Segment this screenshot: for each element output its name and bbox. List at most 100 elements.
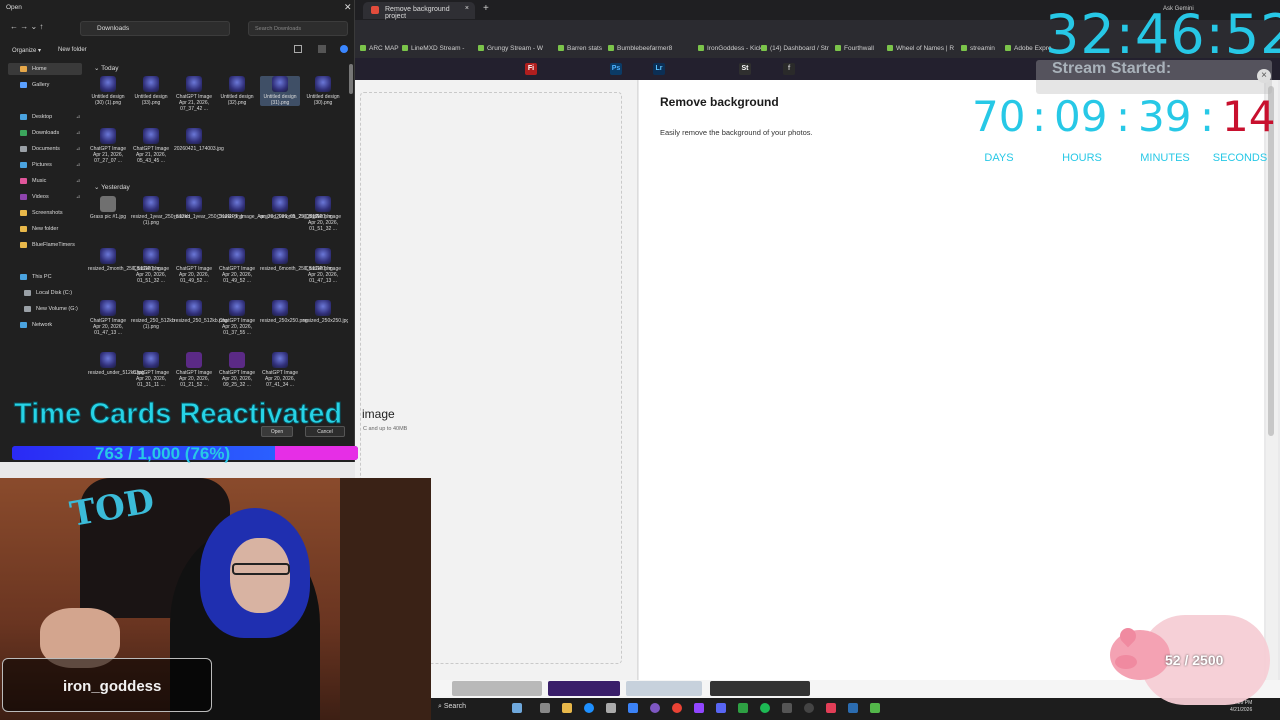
file-item[interactable]: ChatGPT Image Apr 20, 2026, 01_47_13 ... — [88, 300, 128, 336]
window-thumbnail[interactable] — [548, 681, 620, 696]
file-item[interactable]: ChatGPT Image Apr 20, 2026, 07_41_34 ... — [260, 352, 300, 388]
dialog-close-icon[interactable]: ✕ — [344, 2, 352, 13]
sidebar-item-blueflametimers[interactable]: BlueFlameTimers — [20, 242, 75, 248]
sidebar-item-desktop[interactable]: Desktop — [20, 114, 52, 120]
file-item[interactable]: Untitled design (30) (1).png — [88, 76, 128, 106]
tab-close-icon[interactable]: × — [465, 5, 469, 12]
taskbar-search[interactable]: ⌕ Search — [438, 703, 466, 711]
mail-icon[interactable] — [628, 703, 638, 713]
fonts-icon[interactable]: f — [783, 63, 795, 75]
file-item[interactable]: ChatGPT Image Apr 21, 2026, 05_43_45 ... — [131, 128, 171, 164]
bookmark-item[interactable]: (14) Dashboard / Str — [761, 45, 829, 52]
app-icon[interactable] — [782, 703, 792, 713]
sidebar-item-videos[interactable]: Videos — [20, 194, 49, 200]
file-item[interactable]: ChatGPT Image Apr 20, 2026, 01_31_11 ... — [131, 352, 171, 388]
file-item[interactable]: resized_250x250.jpg — [303, 300, 348, 324]
file-item[interactable]: ChatGPT Image Apr 20, 2026, 01_49_52 ... — [217, 248, 257, 284]
file-item[interactable]: resized_6month_250_512kb.png — [260, 248, 333, 272]
sidebar-item-network[interactable]: Network — [20, 322, 52, 328]
file-item[interactable]: ChatGPT Image Apr 20, 2026, 09_25_32 ... — [217, 352, 257, 388]
sidebar-item-local-disk-c[interactable]: Local Disk (C:) — [24, 290, 72, 296]
close-icon[interactable]: × — [1257, 69, 1271, 83]
dialog-scrollbar[interactable] — [349, 64, 353, 94]
file-item[interactable]: Untitled design (33).png — [131, 76, 171, 106]
bookmark-item[interactable]: Fourthwall — [835, 45, 874, 52]
group-header-today[interactable]: ⌄ Today — [94, 64, 119, 72]
spotify-icon[interactable] — [760, 703, 770, 713]
sidebar-item-new-folder[interactable]: New folder — [20, 226, 58, 232]
sidebar-item-this-pc[interactable]: This PC — [20, 274, 52, 280]
file-item[interactable]: resized_2month_250_512kb.png — [88, 248, 161, 272]
file-item[interactable]: ChatGPT Image Apr 20, 2026, 01_51_32 ... — [303, 196, 343, 232]
sidebar-item-screenshots[interactable]: Screenshots — [20, 210, 63, 216]
stock-icon[interactable]: St — [739, 63, 751, 75]
file-item[interactable]: resized_9month_250_512kb.png — [260, 196, 333, 220]
app-icon[interactable] — [606, 703, 616, 713]
task-view-icon[interactable] — [540, 703, 550, 713]
file-item[interactable]: resized_250_512kb.png — [174, 300, 227, 324]
file-thumbnail-icon — [143, 300, 159, 316]
sidebar-item-documents[interactable]: Documents — [20, 146, 60, 152]
file-item[interactable]: resized_250x250.png — [260, 300, 308, 324]
firefly-icon[interactable]: Fi — [525, 63, 537, 75]
dialog-search-input[interactable]: Search Downloads — [248, 21, 348, 36]
app-icon[interactable] — [870, 703, 880, 713]
file-explorer-icon[interactable] — [562, 703, 572, 713]
sidebar-item-music[interactable]: Music — [20, 178, 46, 184]
organize-button[interactable]: Organize ▾ — [12, 47, 41, 54]
browser-tab-active[interactable]: Remove background project × — [363, 2, 475, 20]
sidebar-item-downloads[interactable]: Downloads — [20, 130, 59, 136]
file-item[interactable]: ChatGPT Image Apr 20, 2026, 01_37_55 ... — [217, 300, 257, 336]
file-item[interactable]: resized_250_512kb (1).png — [131, 300, 175, 330]
window-thumbnail[interactable] — [710, 681, 810, 696]
obs-icon[interactable] — [804, 703, 814, 713]
photoshop-icon[interactable]: Ps — [610, 63, 622, 75]
file-item[interactable]: 20260421_174003.jpg — [174, 128, 224, 152]
file-item[interactable]: resized_1year_250_512kb.png — [174, 196, 243, 220]
file-item[interactable]: ChatGPT Image Apr 21, 2026, 07_37_42 ... — [174, 76, 214, 112]
twitch-icon[interactable] — [694, 703, 704, 713]
sidebar-item-gallery[interactable]: Gallery — [20, 82, 49, 88]
file-item[interactable]: ChatGPT Image Apr 20, 2026, 01_51_32 ... — [131, 248, 171, 284]
app-icon[interactable] — [738, 703, 748, 713]
bookmark-item[interactable]: IronGoddess - KickB — [698, 45, 767, 52]
file-item[interactable]: Untitled design (32).png — [217, 76, 257, 106]
new-folder-button[interactable]: New folder — [58, 47, 87, 53]
bookmark-item[interactable]: Bumblebeefarmer8 — [608, 45, 672, 52]
dialog-path-field[interactable]: Downloads — [80, 21, 230, 36]
sidebar-item-new-volume-g[interactable]: New Volume (G:) — [24, 306, 78, 312]
bookmark-item[interactable]: LineMXD Stream - — [402, 45, 464, 52]
bookmark-item[interactable]: ARC MAP — [360, 45, 399, 52]
window-thumbnail[interactable] — [626, 681, 702, 696]
file-item[interactable]: Grass pic #1.jpg — [88, 196, 128, 220]
bookmark-item[interactable]: Barren stats — [558, 45, 602, 52]
file-item[interactable]: ChatGPT Image Apr 20, 2026, 01_49_52 ... — [174, 248, 214, 284]
sidebar-item-pictures[interactable]: Pictures — [20, 162, 52, 168]
sidebar-item-home[interactable]: Home — [20, 66, 47, 72]
bookmark-item[interactable]: streamin — [961, 45, 995, 52]
discord-icon[interactable] — [716, 703, 726, 713]
app-icon[interactable] — [512, 703, 522, 713]
chrome-icon[interactable] — [672, 703, 682, 713]
bookmark-item[interactable]: Grungy Stream - W — [478, 45, 543, 52]
bookmark-item[interactable]: Wheel of Names | R — [887, 45, 954, 52]
file-item[interactable]: resized_1year_250_512kb (1).png — [131, 196, 190, 226]
app-icon[interactable] — [650, 703, 660, 713]
window-thumbnail[interactable] — [452, 681, 542, 696]
view-icon[interactable] — [294, 45, 302, 53]
file-item[interactable]: Untitled design (31).png — [260, 76, 300, 106]
preview-pane-icon[interactable] — [318, 45, 326, 53]
app-icon[interactable] — [826, 703, 836, 713]
new-tab-button[interactable]: + — [483, 3, 489, 14]
steam-icon[interactable] — [848, 703, 858, 713]
help-icon[interactable] — [340, 45, 348, 53]
edge-icon[interactable] — [584, 703, 594, 713]
file-item[interactable]: ChatGPT_Image_Apr_20_2026_01_29_17_P... — [217, 196, 322, 220]
lightroom-icon[interactable]: Lr — [653, 63, 665, 75]
file-item[interactable]: ChatGPT Image Apr 20, 2026, 01_21_52 ... — [174, 352, 214, 388]
file-item[interactable]: Untitled design (30).png — [303, 76, 343, 106]
file-item[interactable]: resized_under_512kb.jpg — [88, 352, 144, 376]
group-header-yesterday[interactable]: ⌄ Yesterday — [94, 183, 130, 191]
file-item[interactable]: ChatGPT Image Apr 21, 2026, 07_27_07 ... — [88, 128, 128, 164]
file-item[interactable]: ChatGPT Image Apr 20, 2026, 01_47_13 ... — [303, 248, 343, 284]
